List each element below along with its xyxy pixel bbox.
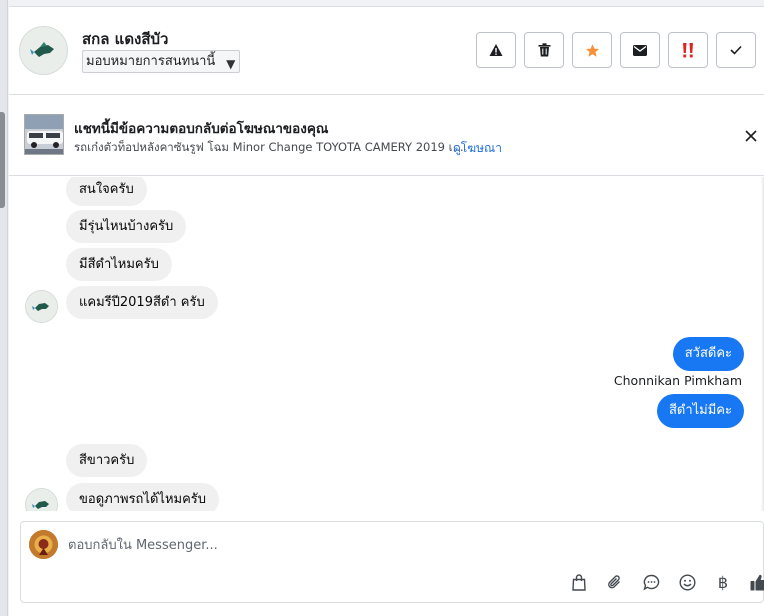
caret-down-icon: ▼ bbox=[226, 57, 236, 71]
incoming-message: ขอดูภาพรถได้ไหมครับ bbox=[66, 483, 220, 511]
delete-button[interactable] bbox=[524, 32, 564, 68]
sender-name: Chonnikan Pimkham bbox=[613, 373, 742, 388]
mark-done-button[interactable] bbox=[716, 32, 756, 68]
incoming-message: แคมรีปี2019สีดำ ครับ bbox=[66, 286, 218, 319]
incoming-message: สนใจครับ bbox=[66, 177, 147, 206]
conversation-panel: สกล แดงสีบัว มอบหมายการสนทนานี้ ▼ แชทนี้… bbox=[9, 6, 764, 616]
view-ad-link[interactable]: ดูโฆษณา bbox=[453, 139, 502, 158]
check-icon bbox=[730, 45, 742, 55]
ad-description: รถเก๋งตัวท็อปหลังคาซันรูฟ โฉม Minor Chan… bbox=[74, 140, 464, 154]
my-avatar bbox=[29, 530, 58, 559]
baht-icon: ฿ bbox=[717, 572, 729, 592]
report-button[interactable] bbox=[476, 32, 516, 68]
star-button[interactable] bbox=[572, 32, 612, 68]
payment-button[interactable]: ฿ bbox=[705, 570, 741, 594]
incoming-message: มีสีดำไหมครับ bbox=[66, 248, 172, 281]
left-panel-edge bbox=[0, 0, 8, 616]
message-thread[interactable]: สนใจครับ มีรุ่นไหนบ้างครับ มีสีดำไหมครับ… bbox=[9, 177, 764, 511]
left-scrollbar[interactable] bbox=[0, 112, 5, 208]
incoming-message: มีรุ่นไหนบ้างครับ bbox=[66, 210, 187, 243]
chat-bubble-icon bbox=[642, 574, 659, 590]
incoming-message: สีขาวครับ bbox=[66, 444, 148, 477]
exclamation-icon bbox=[683, 43, 693, 58]
outgoing-message: สีดำไม่มีคะ bbox=[656, 394, 744, 428]
shopping-bag-icon bbox=[572, 573, 586, 591]
close-icon bbox=[745, 130, 757, 142]
spam-button[interactable] bbox=[668, 32, 708, 68]
trash-icon bbox=[538, 43, 550, 57]
envelope-icon bbox=[633, 44, 647, 56]
composer-toolbar: ฿ bbox=[561, 570, 764, 594]
assign-label: มอบหมายการสนทนานี้ bbox=[86, 54, 216, 69]
warning-icon bbox=[489, 44, 503, 56]
conversation-header: สกล แดงสีบัว มอบหมายการสนทนานี้ ▼ bbox=[9, 7, 764, 95]
star-icon bbox=[585, 43, 599, 57]
like-button[interactable] bbox=[741, 570, 764, 594]
ad-banner-title: แชทนี้มีข้อความตอบกลับต่อโฆษณาของคุณ bbox=[74, 121, 329, 137]
assign-conversation-select[interactable]: มอบหมายการสนทนานี้ ▼ bbox=[82, 50, 241, 73]
emoji-button[interactable] bbox=[669, 570, 705, 594]
reply-input[interactable] bbox=[68, 533, 708, 557]
ad-thumbnail[interactable] bbox=[24, 114, 64, 155]
shopping-bag-button[interactable] bbox=[561, 570, 597, 594]
reply-composer: ฿ bbox=[20, 521, 764, 603]
paperclip-icon bbox=[608, 574, 620, 588]
attach-button[interactable] bbox=[597, 570, 633, 594]
contact-avatar-small bbox=[25, 290, 58, 323]
contact-avatar[interactable] bbox=[19, 26, 68, 75]
thumbs-up-icon bbox=[750, 574, 764, 590]
close-banner-button[interactable] bbox=[741, 126, 761, 146]
mark-unread-button[interactable] bbox=[620, 32, 660, 68]
saved-replies-button[interactable] bbox=[633, 570, 669, 594]
contact-name[interactable]: สกล แดงสีบัว bbox=[82, 27, 168, 51]
outgoing-message: สวัสดีคะ bbox=[672, 337, 744, 371]
header-actions bbox=[476, 32, 756, 68]
ad-reply-banner: แชทนี้มีข้อความตอบกลับต่อโฆษณาของคุณ รถเ… bbox=[9, 96, 764, 176]
contact-avatar-small bbox=[25, 488, 58, 511]
smiley-icon bbox=[678, 573, 696, 591]
